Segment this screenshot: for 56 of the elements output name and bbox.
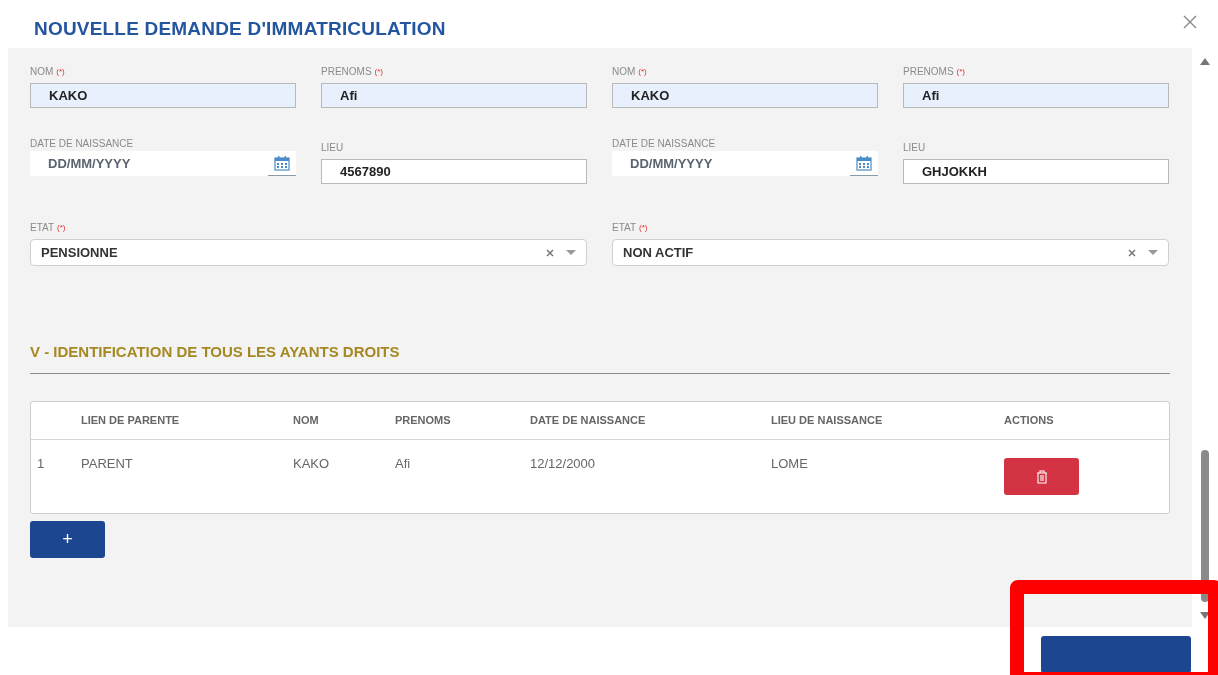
scroll-up-icon[interactable]: [1200, 58, 1210, 65]
column-header: DATE DE NAISSANCE: [530, 413, 647, 429]
field-label: ETAT: [30, 221, 55, 235]
trash-icon: [1035, 469, 1048, 484]
calendar-button[interactable]: [850, 151, 878, 176]
field-label: DATE DE NAISSANCE: [612, 137, 716, 151]
field-label: LIEU: [321, 141, 344, 155]
table-cell: 12/12/2000: [530, 456, 596, 471]
required-mark: (*): [374, 66, 383, 78]
field-label: PRENOMS: [321, 65, 372, 79]
required-mark: (*): [638, 66, 647, 78]
column-header: LIEN DE PARENTE: [81, 413, 181, 429]
required-mark: (*): [56, 66, 65, 78]
field-label: NOM: [612, 65, 636, 79]
scroll-down-icon[interactable]: [1200, 612, 1210, 619]
text-field[interactable]: KAKO: [612, 83, 878, 108]
column-header: LIEU DE NAISSANCE: [771, 413, 884, 429]
section-title: V - IDENTIFICATION DE TOUS LES AYANTS DROITS: [30, 343, 401, 361]
calendar-button[interactable]: [268, 151, 296, 176]
select-field[interactable]: NON ACTIF: [612, 239, 1169, 266]
scroll-thumb[interactable]: [1201, 450, 1209, 602]
dropdown-caret-icon[interactable]: [1148, 250, 1158, 255]
submit-button[interactable]: [1041, 636, 1191, 673]
input-field[interactable]: 4567890: [321, 159, 587, 184]
column-header: NOM: [293, 413, 320, 429]
field-label: DATE DE NAISSANCE: [30, 137, 134, 151]
table-cell: Afi: [395, 456, 411, 471]
table-cell: LOME: [771, 456, 808, 471]
close-button[interactable]: [1182, 14, 1198, 30]
date-field[interactable]: DD/MM/YYYY: [612, 151, 850, 176]
field-label: LIEU: [903, 141, 926, 155]
required-mark: (*): [956, 66, 965, 78]
clear-icon[interactable]: [546, 248, 554, 257]
text-field[interactable]: Afi: [321, 83, 587, 108]
column-header: PRENOMS: [395, 413, 452, 429]
required-mark: (*): [57, 222, 66, 234]
input-field[interactable]: GHJOKKH: [903, 159, 1169, 184]
date-field[interactable]: DD/MM/YYYY: [30, 151, 268, 176]
field-label: ETAT: [612, 221, 637, 235]
calendar-icon: [856, 155, 872, 171]
field-label: PRENOMS: [903, 65, 954, 79]
required-mark: (*): [639, 222, 648, 234]
table-cell: 1: [37, 456, 45, 471]
field-label: NOM: [30, 65, 54, 79]
add-button[interactable]: +: [30, 521, 105, 558]
calendar-icon: [274, 155, 290, 171]
text-field[interactable]: KAKO: [30, 83, 296, 108]
column-header: ACTIONS: [1004, 413, 1055, 429]
clear-icon[interactable]: [1128, 248, 1136, 257]
dropdown-caret-icon[interactable]: [566, 250, 576, 255]
dialog-title: NOUVELLE DEMANDE D'IMMATRICULATION: [34, 16, 446, 41]
table-cell: KAKO: [293, 456, 330, 471]
table-cell: PARENT: [81, 456, 133, 471]
delete-button[interactable]: [1004, 458, 1079, 495]
select-field[interactable]: PENSIONNE: [30, 239, 587, 266]
text-field[interactable]: Afi: [903, 83, 1169, 108]
